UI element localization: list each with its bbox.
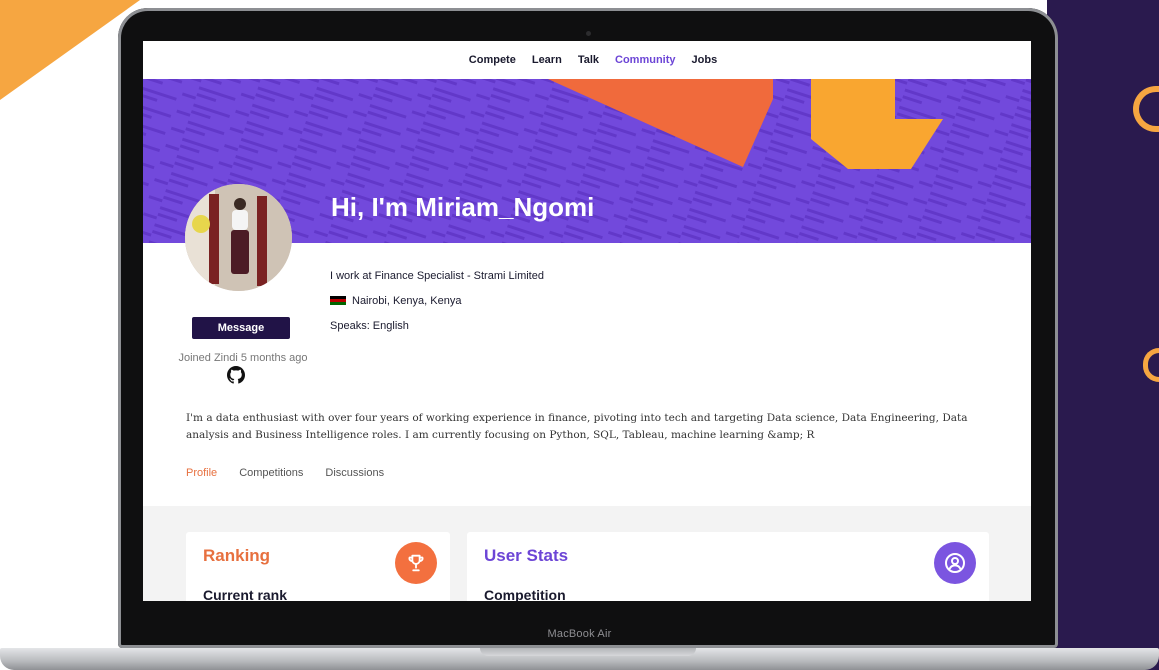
profile-work: I work at Finance Specialist - Strami Li… <box>330 269 544 282</box>
nav-item-learn[interactable]: Learn <box>532 54 562 66</box>
laptop-base-notch <box>480 648 696 656</box>
laptop-brand-label: MacBook Air <box>547 628 612 640</box>
user-circle-icon <box>934 542 976 584</box>
joined-date: Joined Zindi 5 months ago <box>178 352 308 364</box>
user-stats-title: User Stats <box>484 546 569 565</box>
browser-screen: Compete Learn Talk Community Jobs Hi, I'… <box>143 41 1031 601</box>
nav-item-talk[interactable]: Talk <box>578 54 599 66</box>
github-icon[interactable] <box>227 366 245 384</box>
profile-info: I work at Finance Specialist - Strami Li… <box>330 263 544 338</box>
ranking-title: Ranking <box>203 546 271 565</box>
top-navigation: Compete Learn Talk Community Jobs <box>143 41 1031 79</box>
tab-profile[interactable]: Profile <box>186 467 217 479</box>
tab-discussions[interactable]: Discussions <box>325 467 384 479</box>
profile-languages: Speaks: English <box>330 319 409 332</box>
trophy-icon <box>395 542 437 584</box>
profile-avatar <box>185 184 292 291</box>
tab-competitions[interactable]: Competitions <box>239 467 303 479</box>
nav-item-community[interactable]: Community <box>615 54 676 66</box>
profile-location: Nairobi, Kenya, Kenya <box>352 294 462 307</box>
kenya-flag-icon <box>330 295 346 306</box>
current-rank-label: Current rank <box>203 587 288 601</box>
ranking-card: Ranking Current rank <box>186 532 450 601</box>
profile-location-row: Nairobi, Kenya, Kenya <box>330 288 544 313</box>
laptop-camera <box>586 31 591 36</box>
profile-tabs: Profile Competitions Discussions <box>186 467 384 479</box>
profile-bio: I'm a data enthusiast with over four yea… <box>186 412 968 441</box>
profile-content: Ranking Current rank User Stats Competit… <box>143 506 1031 601</box>
nav-item-compete[interactable]: Compete <box>469 54 516 66</box>
message-button[interactable]: Message <box>192 317 290 339</box>
nav-item-jobs[interactable]: Jobs <box>692 54 718 66</box>
profile-greeting: Hi, I'm Miriam_Ngomi <box>331 192 595 222</box>
competition-label: Competition <box>484 587 566 601</box>
user-stats-card: User Stats Competition <box>467 532 989 601</box>
